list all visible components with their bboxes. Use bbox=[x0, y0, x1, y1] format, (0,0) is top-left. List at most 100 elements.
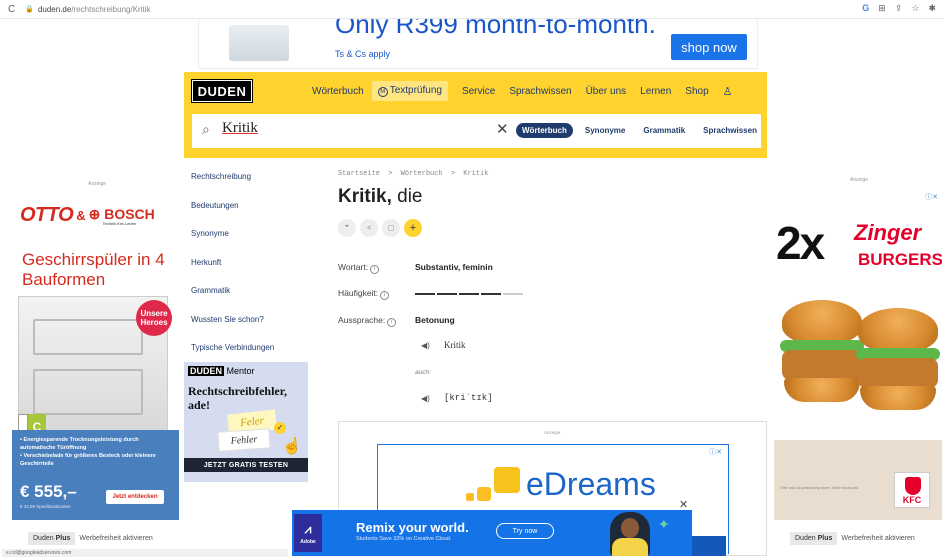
adobe-logo-text: Adobe bbox=[300, 538, 316, 545]
jetzt-entdecken-button[interactable]: Jetzt entdecken bbox=[106, 490, 164, 504]
werbefrei-left[interactable]: Duden Plus Werbefreiheit aktivieren bbox=[28, 532, 153, 545]
info-icon[interactable]: i bbox=[370, 265, 380, 274]
extensions-icon[interactable]: ✱ bbox=[928, 3, 936, 14]
plus-icon[interactable]: + bbox=[404, 219, 422, 237]
speaker-icon[interactable]: ◀) bbox=[421, 394, 430, 403]
nav-service[interactable]: Service bbox=[462, 86, 495, 97]
ad-bullets: • Energiesparende Trocknungsleistung dur… bbox=[20, 436, 170, 468]
star-icon[interactable]: ☆ bbox=[911, 3, 919, 14]
burger-bun-bottom bbox=[860, 386, 936, 410]
betonung-label: Betonung bbox=[415, 315, 455, 325]
mentor-headline: Rechtschreibfehler, ade! bbox=[188, 384, 287, 412]
nav-textpruefung-label: Textprüfung bbox=[389, 85, 442, 96]
wortart-label-text: Wortart: bbox=[338, 262, 369, 272]
search-tab-sprachwissen[interactable]: Sprachwissen bbox=[697, 123, 763, 138]
sidebar-link-grammatik[interactable]: Grammatik bbox=[191, 284, 283, 313]
entry-actions: ❞ < ▢ + bbox=[338, 219, 422, 237]
entry-sidebar: Rechtschreibung Bedeutungen Synonyme Her… bbox=[191, 170, 283, 370]
ad-label: Anzeige bbox=[850, 177, 869, 183]
kfc-wordmark: KFC bbox=[902, 495, 922, 505]
share-icon[interactable]: ⇪ bbox=[895, 3, 903, 14]
wortart-label: Wortart: i bbox=[338, 262, 380, 274]
adobe-banner-edge bbox=[692, 536, 726, 556]
haeufigkeit-label-text: Häufigkeit: bbox=[338, 288, 379, 298]
ad-info-panel: • Energiesparende Trocknungsleistung dur… bbox=[12, 430, 179, 520]
top-banner-ad[interactable]: Only R399 month-to-month. Ts & Cs apply … bbox=[198, 19, 758, 69]
search-tab-synonyme[interactable]: Synonyme bbox=[579, 123, 631, 138]
ad-choices-icon[interactable]: ⓘ✕ bbox=[925, 192, 938, 202]
auch-label: auch: bbox=[415, 369, 431, 376]
copy-icon[interactable]: ▢ bbox=[382, 219, 400, 237]
share-icon[interactable]: < bbox=[360, 219, 378, 237]
right-skyscraper-ad[interactable]: ⓘ✕ 2x Zinger BURGERS Offer valid at part… bbox=[774, 190, 942, 520]
info-icon[interactable]: i bbox=[380, 291, 390, 300]
aussprache-label: Aussprache: i bbox=[338, 315, 397, 327]
info-icon[interactable]: i bbox=[387, 318, 397, 327]
breadcrumb-woerterbuch[interactable]: Wörterbuch bbox=[401, 170, 443, 178]
nav-shop[interactable]: Shop bbox=[685, 86, 708, 97]
duden-plus-b: Plus bbox=[817, 535, 833, 542]
try-now-button[interactable]: Try now bbox=[496, 523, 554, 539]
otto-logo: OTTO bbox=[20, 204, 74, 226]
ad-choices-icon[interactable]: ⓘ✕ bbox=[709, 447, 722, 457]
search-tab-woerterbuch[interactable]: Wörterbuch bbox=[516, 123, 573, 138]
ad-terms: Ts & Cs apply bbox=[335, 49, 391, 59]
ad-label: Anzeige bbox=[88, 181, 107, 187]
ad-fine-print: Offer valid at participating stores. Whi… bbox=[780, 486, 860, 490]
main-navigation: Wörterbuch M Textprüfung Service Sprachwi… bbox=[312, 80, 733, 102]
sidebar-link-herkunft[interactable]: Herkunft bbox=[191, 256, 283, 285]
duden-plus-b: Plus bbox=[55, 535, 71, 542]
duden-mentor-ad[interactable]: DUDEN Mentor Rechtschreibfehler, ade! Fe… bbox=[184, 362, 308, 482]
ad-price: € 555,– bbox=[20, 482, 77, 501]
nav-textpruefung[interactable]: M Textprüfung bbox=[371, 81, 448, 101]
adobe-subline: Students Save 33% on Creative Cloud. bbox=[356, 536, 452, 542]
breadcrumb-separator: > bbox=[450, 170, 456, 178]
lock-icon[interactable]: 🔒 bbox=[25, 5, 34, 13]
edreams-logo: eDreams bbox=[466, 467, 656, 501]
ad-product-image bbox=[229, 25, 289, 61]
adobe-headline: Remix your world. bbox=[356, 520, 469, 535]
werbefrei-link[interactable]: Werbefreiheit aktivieren bbox=[79, 535, 152, 542]
search-input[interactable]: Kritik bbox=[222, 120, 258, 137]
ad-bullet: • Verschiebelade für größeres Besteck od… bbox=[20, 453, 156, 467]
nav-ueber-uns[interactable]: Über uns bbox=[586, 86, 627, 97]
heroes-badge: Unsere Heroes bbox=[136, 300, 172, 336]
adobe-person-image bbox=[610, 512, 650, 556]
sidebar-link-wussten-sie-schon[interactable]: Wussten Sie schon? bbox=[191, 313, 283, 342]
breadcrumb-startseite[interactable]: Startseite bbox=[338, 170, 380, 178]
clear-search-icon[interactable]: ✕ bbox=[496, 120, 509, 138]
sidebar-link-synonyme[interactable]: Synonyme bbox=[191, 227, 283, 256]
sidebar-link-rechtschreibung[interactable]: Rechtschreibung bbox=[191, 170, 283, 199]
shop-now-button[interactable]: shop now bbox=[671, 34, 747, 60]
burger-bun-top bbox=[858, 308, 938, 352]
ipa-transcription: [kriˈtɪk] bbox=[444, 393, 493, 403]
address-url[interactable]: duden.de/rechtschreibung/Kritik bbox=[38, 5, 151, 14]
duden-plus-a: Duden bbox=[33, 535, 54, 542]
translate-icon[interactable]: ⊞ bbox=[878, 3, 886, 14]
nav-woerterbuch[interactable]: Wörterbuch bbox=[312, 86, 364, 97]
mentor-logo: DUDEN Mentor bbox=[188, 366, 255, 376]
url-path: /rechtschreibung/Kritik bbox=[71, 4, 151, 14]
headword: Kritik, bbox=[338, 186, 392, 207]
wortart-value: Substantiv, feminin bbox=[415, 262, 493, 272]
user-icon[interactable]: ♙ bbox=[723, 85, 733, 98]
google-icon[interactable]: G bbox=[862, 3, 869, 14]
jetzt-gratis-testen-button[interactable]: JETZT GRATIS TESTEN bbox=[184, 458, 308, 472]
sidebar-link-bedeutungen[interactable]: Bedeutungen bbox=[191, 199, 283, 228]
browser-toolbar-icons: G ⊞ ⇪ ☆ ✱ bbox=[862, 3, 936, 14]
search-tab-grammatik[interactable]: Grammatik bbox=[637, 123, 691, 138]
adobe-logo: ⩘ Adobe bbox=[294, 514, 322, 552]
breadcrumb-kritik: Kritik bbox=[463, 170, 489, 178]
duden-plus-badge: Duden Plus bbox=[28, 532, 76, 545]
adobe-bottom-banner[interactable]: ⩘ Adobe Remix your world. Students Save 3… bbox=[292, 510, 692, 556]
werbefrei-right[interactable]: Duden Plus Werbefreiheit aktivieren bbox=[790, 532, 915, 545]
werbefrei-link[interactable]: Werbefreiheit aktivieren bbox=[841, 535, 914, 542]
ad-2x: 2x bbox=[776, 217, 825, 269]
duden-logo[interactable]: DUDEN bbox=[191, 79, 253, 103]
nav-lernen[interactable]: Lernen bbox=[640, 86, 671, 97]
speaker-icon[interactable]: ◀) bbox=[421, 341, 430, 350]
left-skyscraper-ad[interactable]: OTTO & ⊕ BOSCH Technik fürs Leben Geschir… bbox=[12, 190, 179, 520]
quote-icon[interactable]: ❞ bbox=[338, 219, 356, 237]
nav-sprachwissen[interactable]: Sprachwissen bbox=[509, 86, 571, 97]
reload-icon[interactable]: C bbox=[8, 4, 15, 15]
